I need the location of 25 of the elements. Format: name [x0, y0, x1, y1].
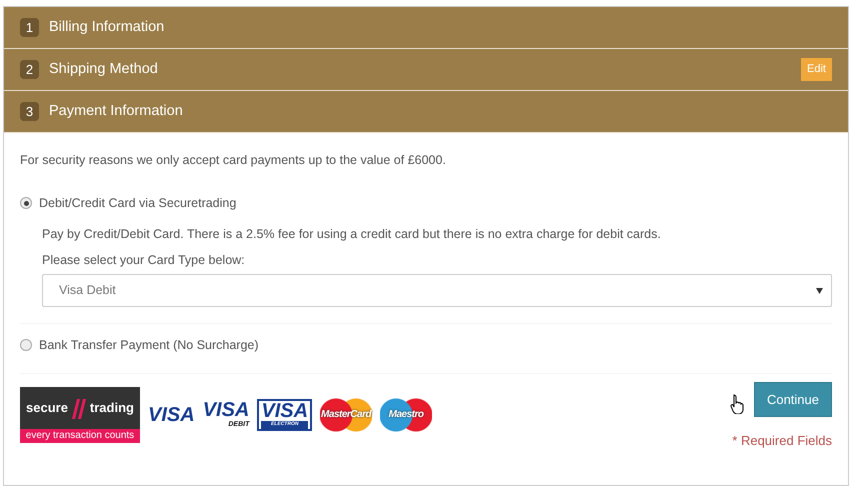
required-note: * Required Fields — [732, 432, 832, 450]
step-title: Billing Information — [49, 18, 164, 37]
step-number: 1 — [20, 18, 39, 37]
step-header[interactable]: 2 Shipping Method Edit — [4, 49, 848, 91]
logo-text: trading — [90, 399, 134, 417]
radio-button[interactable] — [20, 339, 32, 352]
notice-text: For security reasons we only accept card payments up to the value of £6000. — [20, 152, 447, 169]
visa-logo: VISA — [148, 404, 195, 425]
logo-text: secure — [26, 399, 68, 417]
radio-button[interactable] — [20, 197, 32, 210]
radio-label: Debit/Credit Card via Securetrading — [39, 194, 236, 212]
pointer-cursor-icon — [730, 394, 746, 414]
description-text: Pay by Credit/Debit Card. There is a 2.5% fee for using a credit card but there is no extra charge for debit cards. — [42, 226, 662, 243]
step-header[interactable]: 1 Billing Information — [4, 7, 848, 49]
select-label: Please select your Card Type below: — [42, 252, 246, 270]
caret-icon — [816, 288, 823, 294]
continue-button[interactable]: Continue — [754, 382, 832, 418]
logo-tagline: every transaction counts — [20, 428, 140, 443]
step-number: 3 — [20, 102, 39, 121]
step-title: Payment Information — [49, 102, 183, 121]
step-title: Shipping Method — [49, 60, 158, 79]
step-header[interactable]: 3 Payment Information — [4, 91, 848, 133]
step-number: 2 — [20, 60, 39, 79]
card-type-select[interactable]: Visa Debit — [42, 274, 832, 307]
radio-label: Bank Transfer Payment (No Surcharge) — [39, 337, 259, 354]
